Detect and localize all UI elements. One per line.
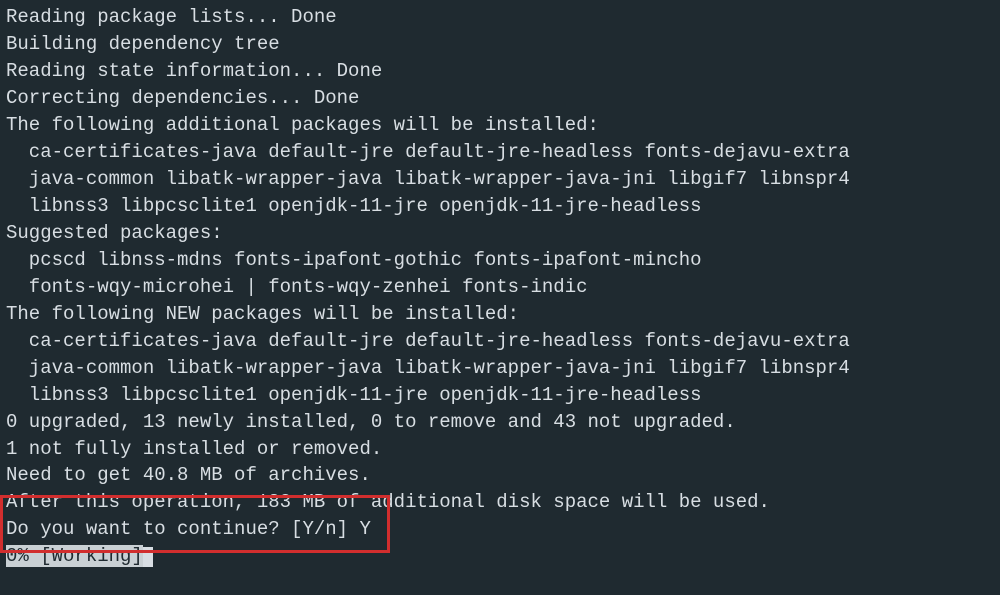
terminal-line: Reading state information... Done [6, 58, 1000, 85]
terminal-line: libnss3 libpcsclite1 openjdk-11-jre open… [6, 382, 1000, 409]
continue-prompt[interactable]: Do you want to continue? [Y/n] Y [6, 516, 1000, 543]
cursor [143, 547, 153, 567]
terminal-line: Reading package lists... Done [6, 4, 1000, 31]
progress-line: 0% [Working] [6, 543, 1000, 570]
terminal-line: Suggested packages: [6, 220, 1000, 247]
terminal-line: java-common libatk-wrapper-java libatk-w… [6, 166, 1000, 193]
terminal-line: ca-certificates-java default-jre default… [6, 328, 1000, 355]
terminal-line: 0 upgraded, 13 newly installed, 0 to rem… [6, 409, 1000, 436]
terminal-line: The following NEW packages will be insta… [6, 301, 1000, 328]
terminal-line: fonts-wqy-microhei | fonts-wqy-zenhei fo… [6, 274, 1000, 301]
terminal-line: After this operation, 183 MB of addition… [6, 489, 1000, 516]
progress-indicator: 0% [Working] [6, 545, 143, 567]
terminal-line: Need to get 40.8 MB of archives. [6, 462, 1000, 489]
terminal-line: 1 not fully installed or removed. [6, 436, 1000, 463]
terminal-line: ca-certificates-java default-jre default… [6, 139, 1000, 166]
terminal-line: Correcting dependencies... Done [6, 85, 1000, 112]
terminal-line: java-common libatk-wrapper-java libatk-w… [6, 355, 1000, 382]
terminal-line: The following additional packages will b… [6, 112, 1000, 139]
terminal-line: Building dependency tree [6, 31, 1000, 58]
terminal-line: libnss3 libpcsclite1 openjdk-11-jre open… [6, 193, 1000, 220]
terminal-line: pcscd libnss-mdns fonts-ipafont-gothic f… [6, 247, 1000, 274]
